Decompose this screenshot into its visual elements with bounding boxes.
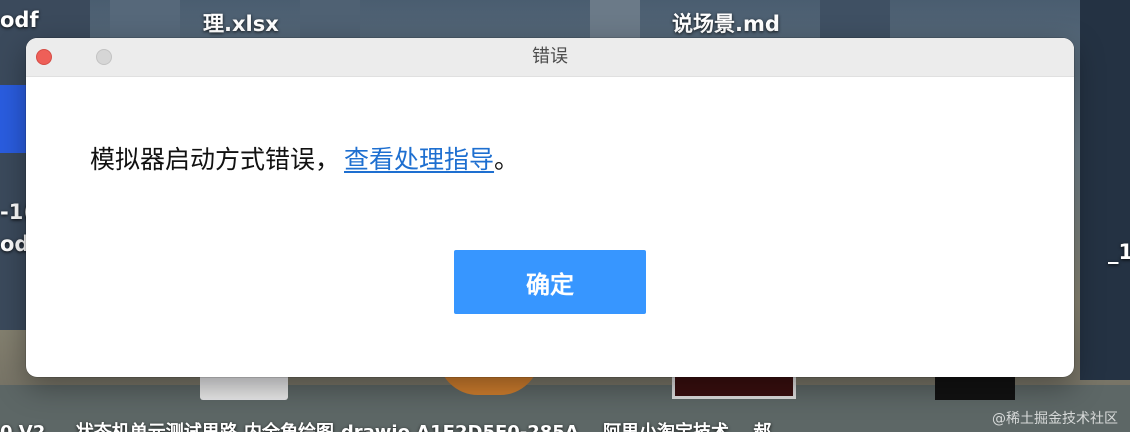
desktop-file-thumbnail[interactable] bbox=[0, 85, 28, 153]
watermark: @稀土掘金技术社区 bbox=[992, 411, 1118, 427]
backdrop-building bbox=[1080, 0, 1130, 380]
desktop-file-label[interactable]: 说场景.md bbox=[672, 8, 780, 38]
desktop-file-label[interactable]: odf bbox=[0, 8, 39, 32]
error-message: 模拟器启动方式错误， 查看处理指导。 bbox=[90, 140, 519, 176]
error-message-end: 。 bbox=[494, 145, 520, 174]
error-message-text: 模拟器启动方式错误， bbox=[90, 145, 341, 174]
help-guide-link[interactable]: 查看处理指导 bbox=[344, 145, 494, 174]
confirm-button[interactable]: 确定 bbox=[454, 250, 646, 314]
desktop-file-label[interactable]: _1 bbox=[1108, 240, 1130, 264]
dialog-titlebar[interactable]: 错误 bbox=[26, 38, 1074, 77]
desktop-file-label-row[interactable]: 0 V2 … 状态机单元测试思路 内全角绘图.drawio A1E2D5F0-2… bbox=[0, 418, 771, 432]
desktop-file-label[interactable]: 理.xlsx bbox=[203, 8, 279, 38]
error-dialog: 错误 模拟器启动方式错误， 查看处理指导。 确定 bbox=[26, 38, 1074, 377]
dialog-title: 错误 bbox=[532, 46, 568, 67]
